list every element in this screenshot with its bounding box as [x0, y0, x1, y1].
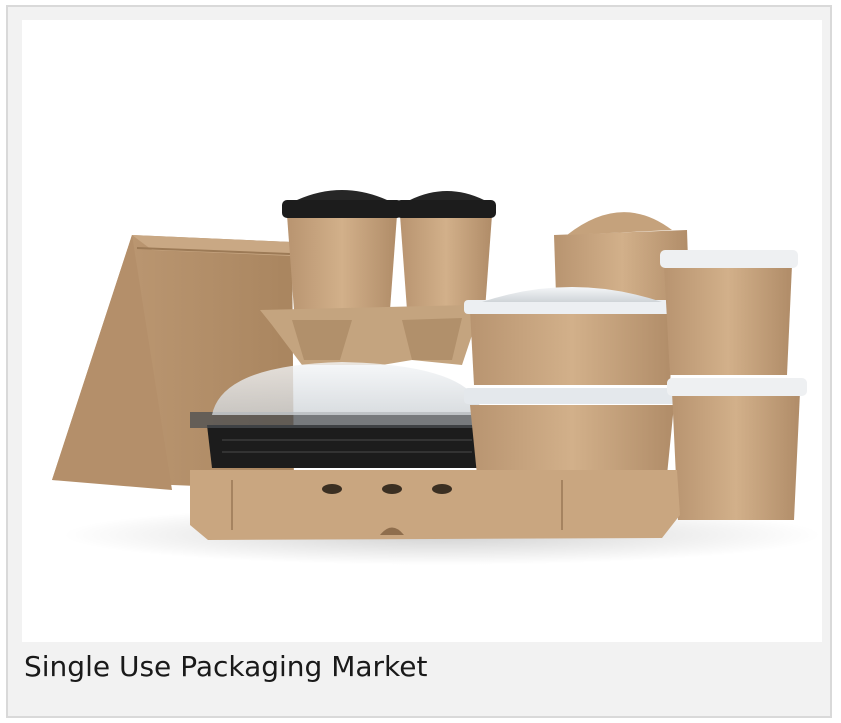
figure-caption: Single Use Packaging Market [24, 650, 428, 683]
pizza-box [190, 470, 680, 540]
bowl-bottom [464, 388, 680, 475]
figure-card: Single Use Packaging Market [6, 5, 832, 718]
soup-container-top [660, 250, 798, 375]
packaging-illustration [52, 190, 822, 565]
bowl-top [464, 287, 680, 385]
coffee-cup-right [396, 191, 496, 310]
soup-container-bottom [667, 378, 807, 520]
coffee-cup-left [282, 190, 402, 310]
packaging-photo [22, 20, 822, 642]
